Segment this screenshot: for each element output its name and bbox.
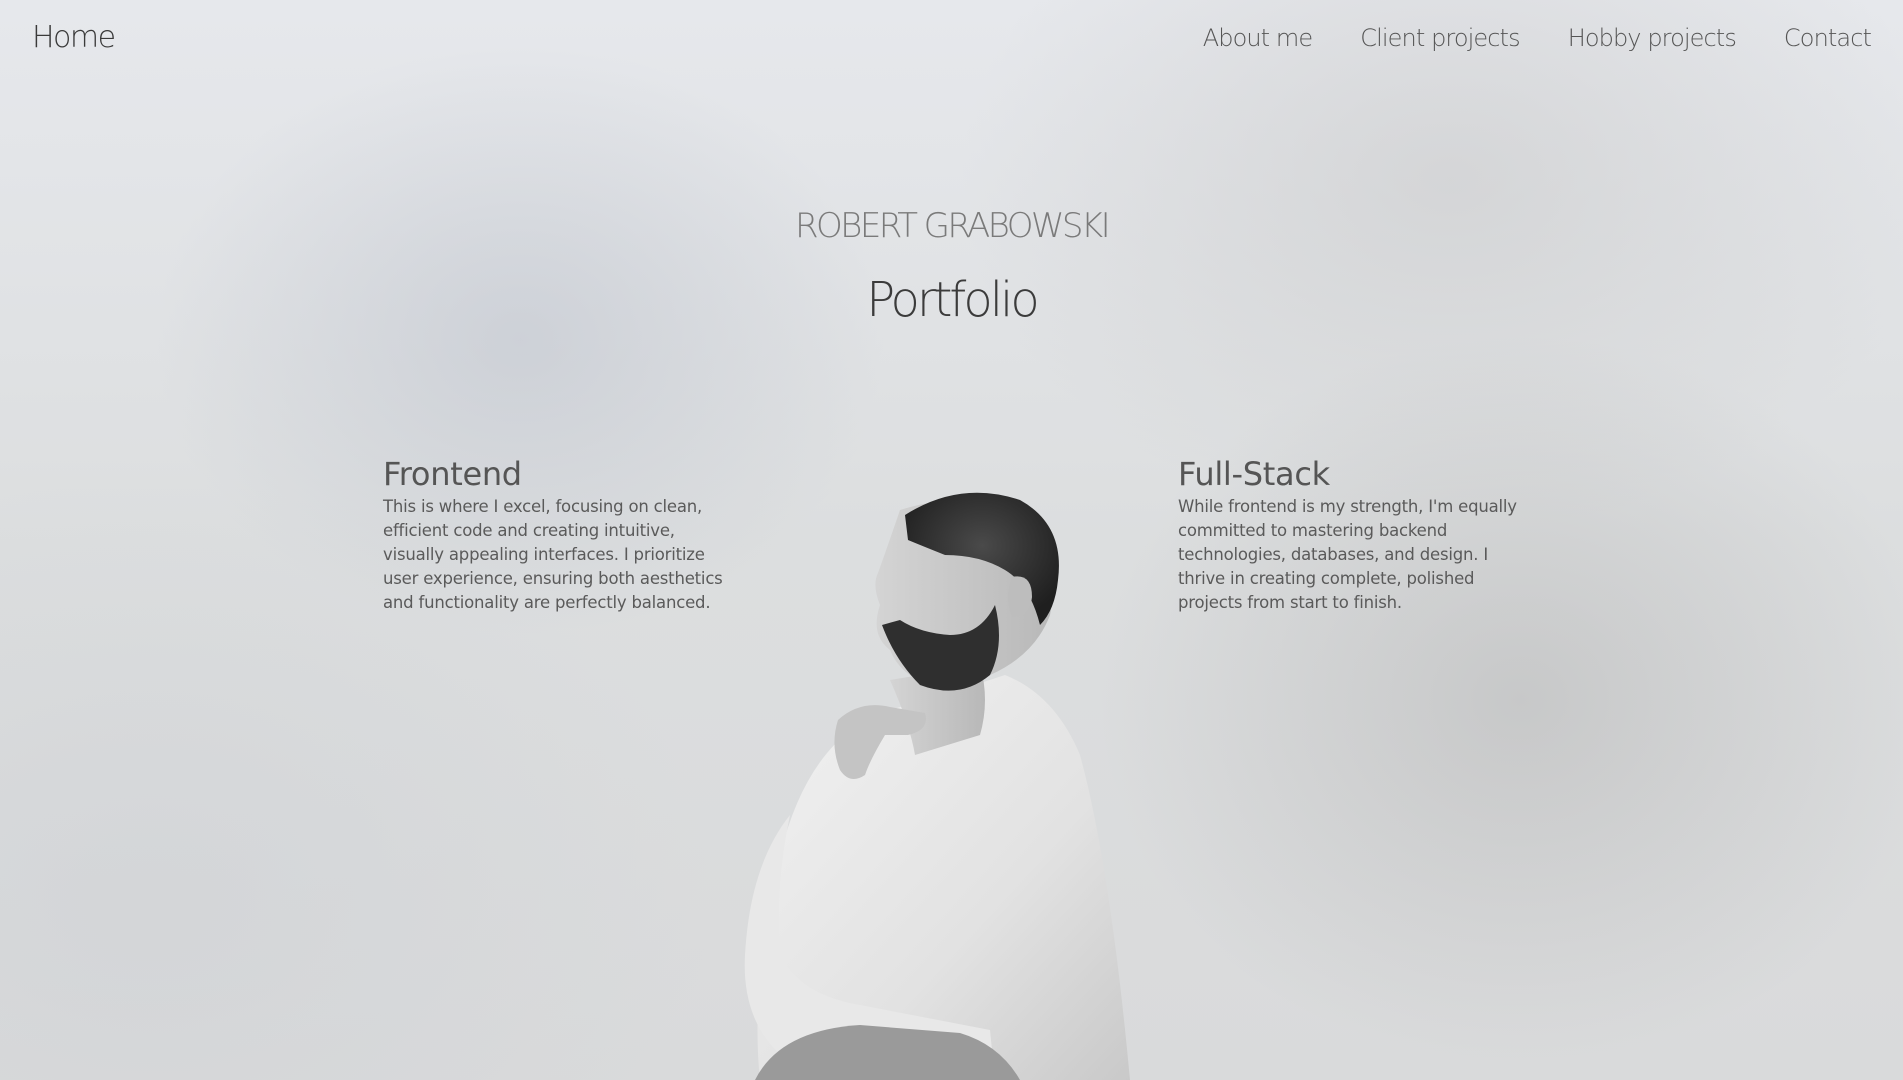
nav-home-link[interactable]: Home: [32, 20, 116, 55]
skill-description-full-stack: While frontend is my strength, I'm equal…: [1178, 497, 1517, 612]
skill-description-frontend: This is where I excel, focusing on clean…: [383, 497, 723, 612]
page-title: Portfolio: [866, 272, 1039, 328]
portrait-photo: [744, 492, 1130, 1080]
owner-name: ROBERT GRABOWSKI: [794, 206, 1111, 246]
top-navigation: Home About me Client projects Hobby proj…: [0, 0, 1903, 82]
nav-links: About me Client projects Hobby projects …: [1203, 24, 1872, 52]
nav-link-about-me[interactable]: About me: [1203, 24, 1313, 52]
nav-link-contact[interactable]: Contact: [1784, 24, 1872, 52]
skill-heading-frontend: Frontend: [383, 455, 522, 493]
nav-link-hobby-projects[interactable]: Hobby projects: [1568, 24, 1737, 52]
skill-frontend: Frontend This is where I excel, focusing…: [383, 455, 728, 615]
skill-full-stack: Full-Stack While frontend is my strength…: [1178, 455, 1523, 615]
skill-heading-full-stack: Full-Stack: [1178, 455, 1330, 493]
nav-link-client-projects[interactable]: Client projects: [1360, 24, 1520, 52]
